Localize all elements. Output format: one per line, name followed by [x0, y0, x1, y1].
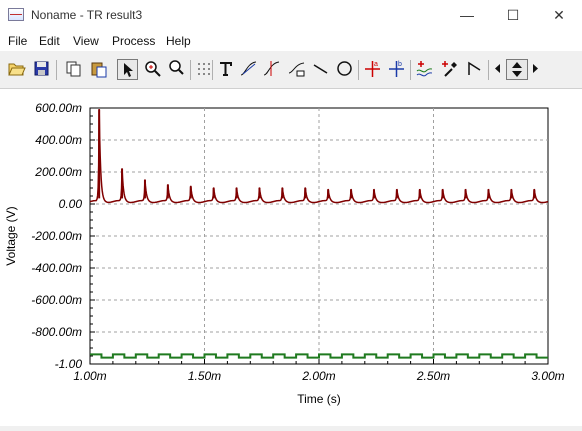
cursor-a-icon[interactable]: a — [362, 59, 383, 80]
app-icon — [8, 8, 24, 21]
svg-text:b: b — [398, 61, 402, 68]
chart-svg[interactable]: 1.00m 1.50m 2.00m 2.50m 3.00m 600.00m 400.00m 2… — [0, 89, 582, 426]
copy-icon[interactable] — [63, 59, 84, 80]
open-folder-icon[interactable] — [6, 59, 27, 80]
scroll-right-icon[interactable] — [529, 59, 541, 80]
menu-edit[interactable]: Edit — [39, 34, 60, 48]
scroll-left-icon[interactable] — [492, 59, 504, 80]
chart-area: 1.00m 1.50m 2.00m 2.50m 3.00m 600.00m 400.00m 2… — [0, 88, 582, 426]
line-icon[interactable] — [310, 59, 331, 80]
grid-icon[interactable] — [193, 59, 214, 80]
y-tick-label: -1.00 — [55, 357, 83, 371]
x-tick-label: 3.00m — [531, 369, 564, 383]
toolbar-separator — [488, 60, 489, 80]
x-axis-label: Time (s) — [297, 392, 341, 406]
y-tick-label: -200.00m — [31, 229, 82, 243]
y-tick-label: -800.00m — [31, 325, 82, 339]
text-icon[interactable] — [215, 59, 236, 80]
y-tick-label: 600.00m — [35, 101, 82, 115]
cursor-icon[interactable] — [261, 59, 282, 80]
tangent-icon[interactable] — [238, 59, 259, 80]
add-curve-icon[interactable] — [414, 59, 435, 80]
menu-bar: File Edit View Process Help — [0, 31, 582, 51]
y-tick-label: 400.00m — [35, 133, 82, 147]
x-tick-label: 2.00m — [301, 369, 335, 383]
save-icon[interactable] — [31, 59, 52, 80]
window-title: Noname - TR result3 — [31, 8, 143, 22]
menu-process[interactable]: Process — [112, 34, 155, 48]
menu-help[interactable]: Help — [166, 34, 191, 48]
toolbar-separator — [410, 60, 411, 80]
minimize-button[interactable]: — — [444, 0, 490, 31]
y-tick-label: -400.00m — [31, 261, 82, 275]
y-axis-label: Voltage (V) — [4, 206, 18, 265]
y-tick-label: 0.00 — [59, 197, 83, 211]
y-tick-label: -600.00m — [31, 293, 82, 307]
toolbar-separator — [190, 60, 191, 80]
area-icon[interactable] — [286, 59, 307, 80]
menu-view[interactable]: View — [73, 34, 99, 48]
scroll-updown-icon[interactable] — [506, 59, 528, 80]
x-tick-label: 1.50m — [188, 369, 221, 383]
svg-text:a: a — [374, 61, 378, 68]
title-bar: Noname - TR result3 — ☐ ✕ — [0, 0, 582, 31]
pointer-icon[interactable] — [117, 59, 138, 80]
y-tick-label: 200.00m — [34, 165, 82, 179]
zoom-100-icon[interactable] — [166, 59, 187, 80]
x-tick-label: 2.50m — [416, 369, 450, 383]
close-button[interactable]: ✕ — [536, 0, 582, 31]
paste-icon[interactable] — [88, 59, 109, 80]
toolbar-separator — [212, 60, 213, 80]
maximize-button[interactable]: ☐ — [490, 0, 536, 31]
toolbar-separator — [358, 60, 359, 80]
add-marker-icon[interactable] — [439, 59, 460, 80]
spline-icon[interactable] — [464, 59, 485, 80]
toolbar-separator — [56, 60, 57, 80]
circle-icon[interactable] — [334, 59, 355, 80]
menu-file[interactable]: File — [8, 34, 27, 48]
toolbar: a b — [0, 56, 582, 88]
x-tick-label: 1.00m — [73, 369, 106, 383]
series-2-line — [90, 353, 548, 359]
zoom-in-icon[interactable] — [142, 59, 163, 80]
cursor-b-icon[interactable]: b — [386, 59, 407, 80]
